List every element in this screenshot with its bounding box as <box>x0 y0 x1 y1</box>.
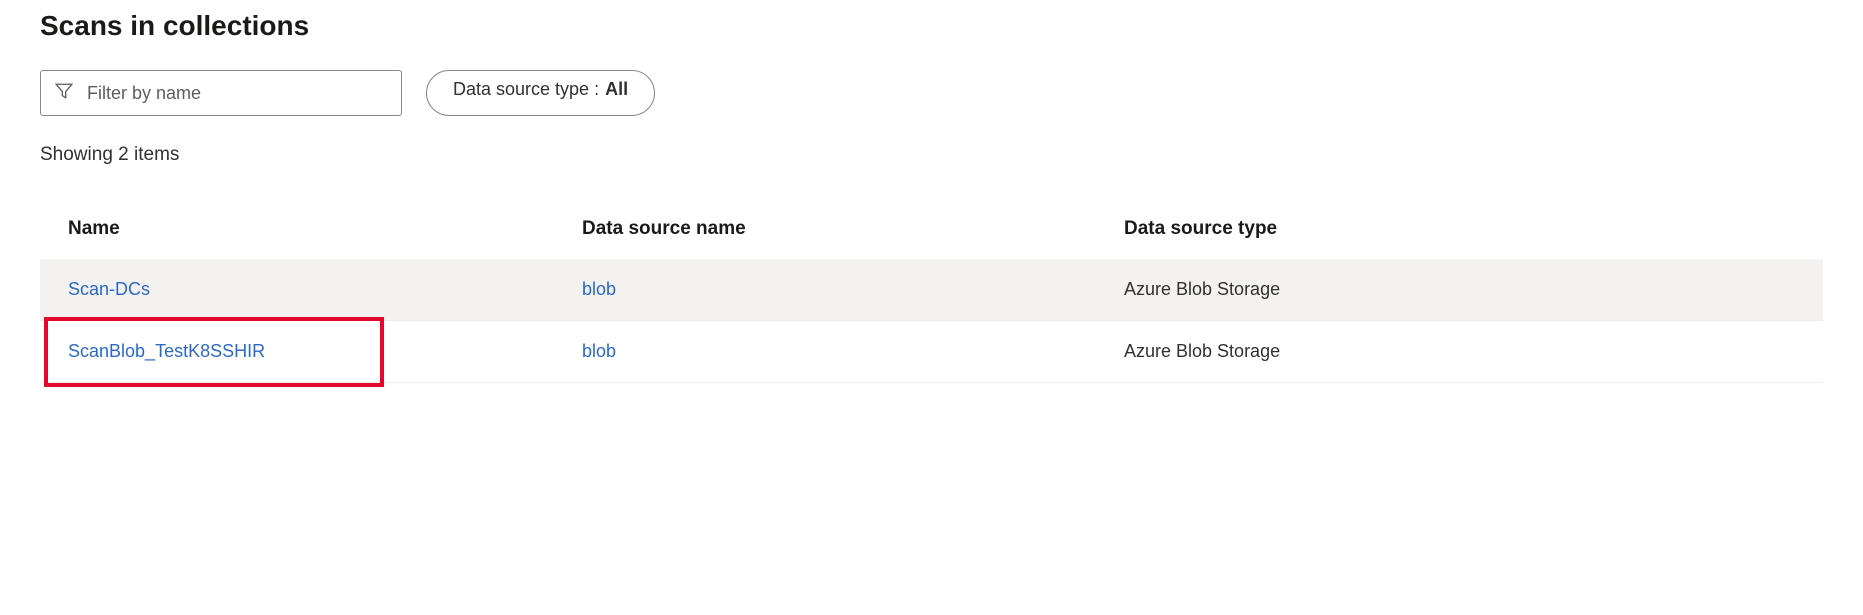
scan-name-link[interactable]: ScanBlob_TestK8SSHIR <box>68 341 265 361</box>
datasource-type-filter[interactable]: Data source type : All <box>426 70 655 116</box>
filter-row: Data source type : All <box>40 70 1823 116</box>
datasource-type-filter-label: Data source type : <box>453 79 599 100</box>
table-row: Scan-DCs blob Azure Blob Storage <box>40 259 1823 321</box>
scans-table: Name Data source name Data source type S… <box>40 206 1823 383</box>
page-title: Scans in collections <box>40 10 1823 42</box>
filter-by-name-input[interactable] <box>87 83 387 104</box>
datasource-type-text: Azure Blob Storage <box>1124 341 1280 361</box>
results-count: Showing 2 items <box>40 144 1823 166</box>
column-header-datasource-type[interactable]: Data source type <box>1124 218 1823 240</box>
column-header-datasource-name[interactable]: Data source name <box>582 218 1124 240</box>
column-header-name[interactable]: Name <box>40 218 582 240</box>
datasource-type-text: Azure Blob Storage <box>1124 279 1280 299</box>
table-header: Name Data source name Data source type <box>40 206 1823 259</box>
datasource-type-filter-value: All <box>605 79 628 100</box>
datasource-name-link[interactable]: blob <box>582 279 616 299</box>
filter-icon <box>55 82 73 105</box>
filter-by-name-wrap[interactable] <box>40 70 402 116</box>
table-row: ScanBlob_TestK8SSHIR blob Azure Blob Stora… <box>40 321 1823 383</box>
datasource-name-link[interactable]: blob <box>582 341 616 361</box>
scan-name-link[interactable]: Scan-DCs <box>68 279 150 299</box>
